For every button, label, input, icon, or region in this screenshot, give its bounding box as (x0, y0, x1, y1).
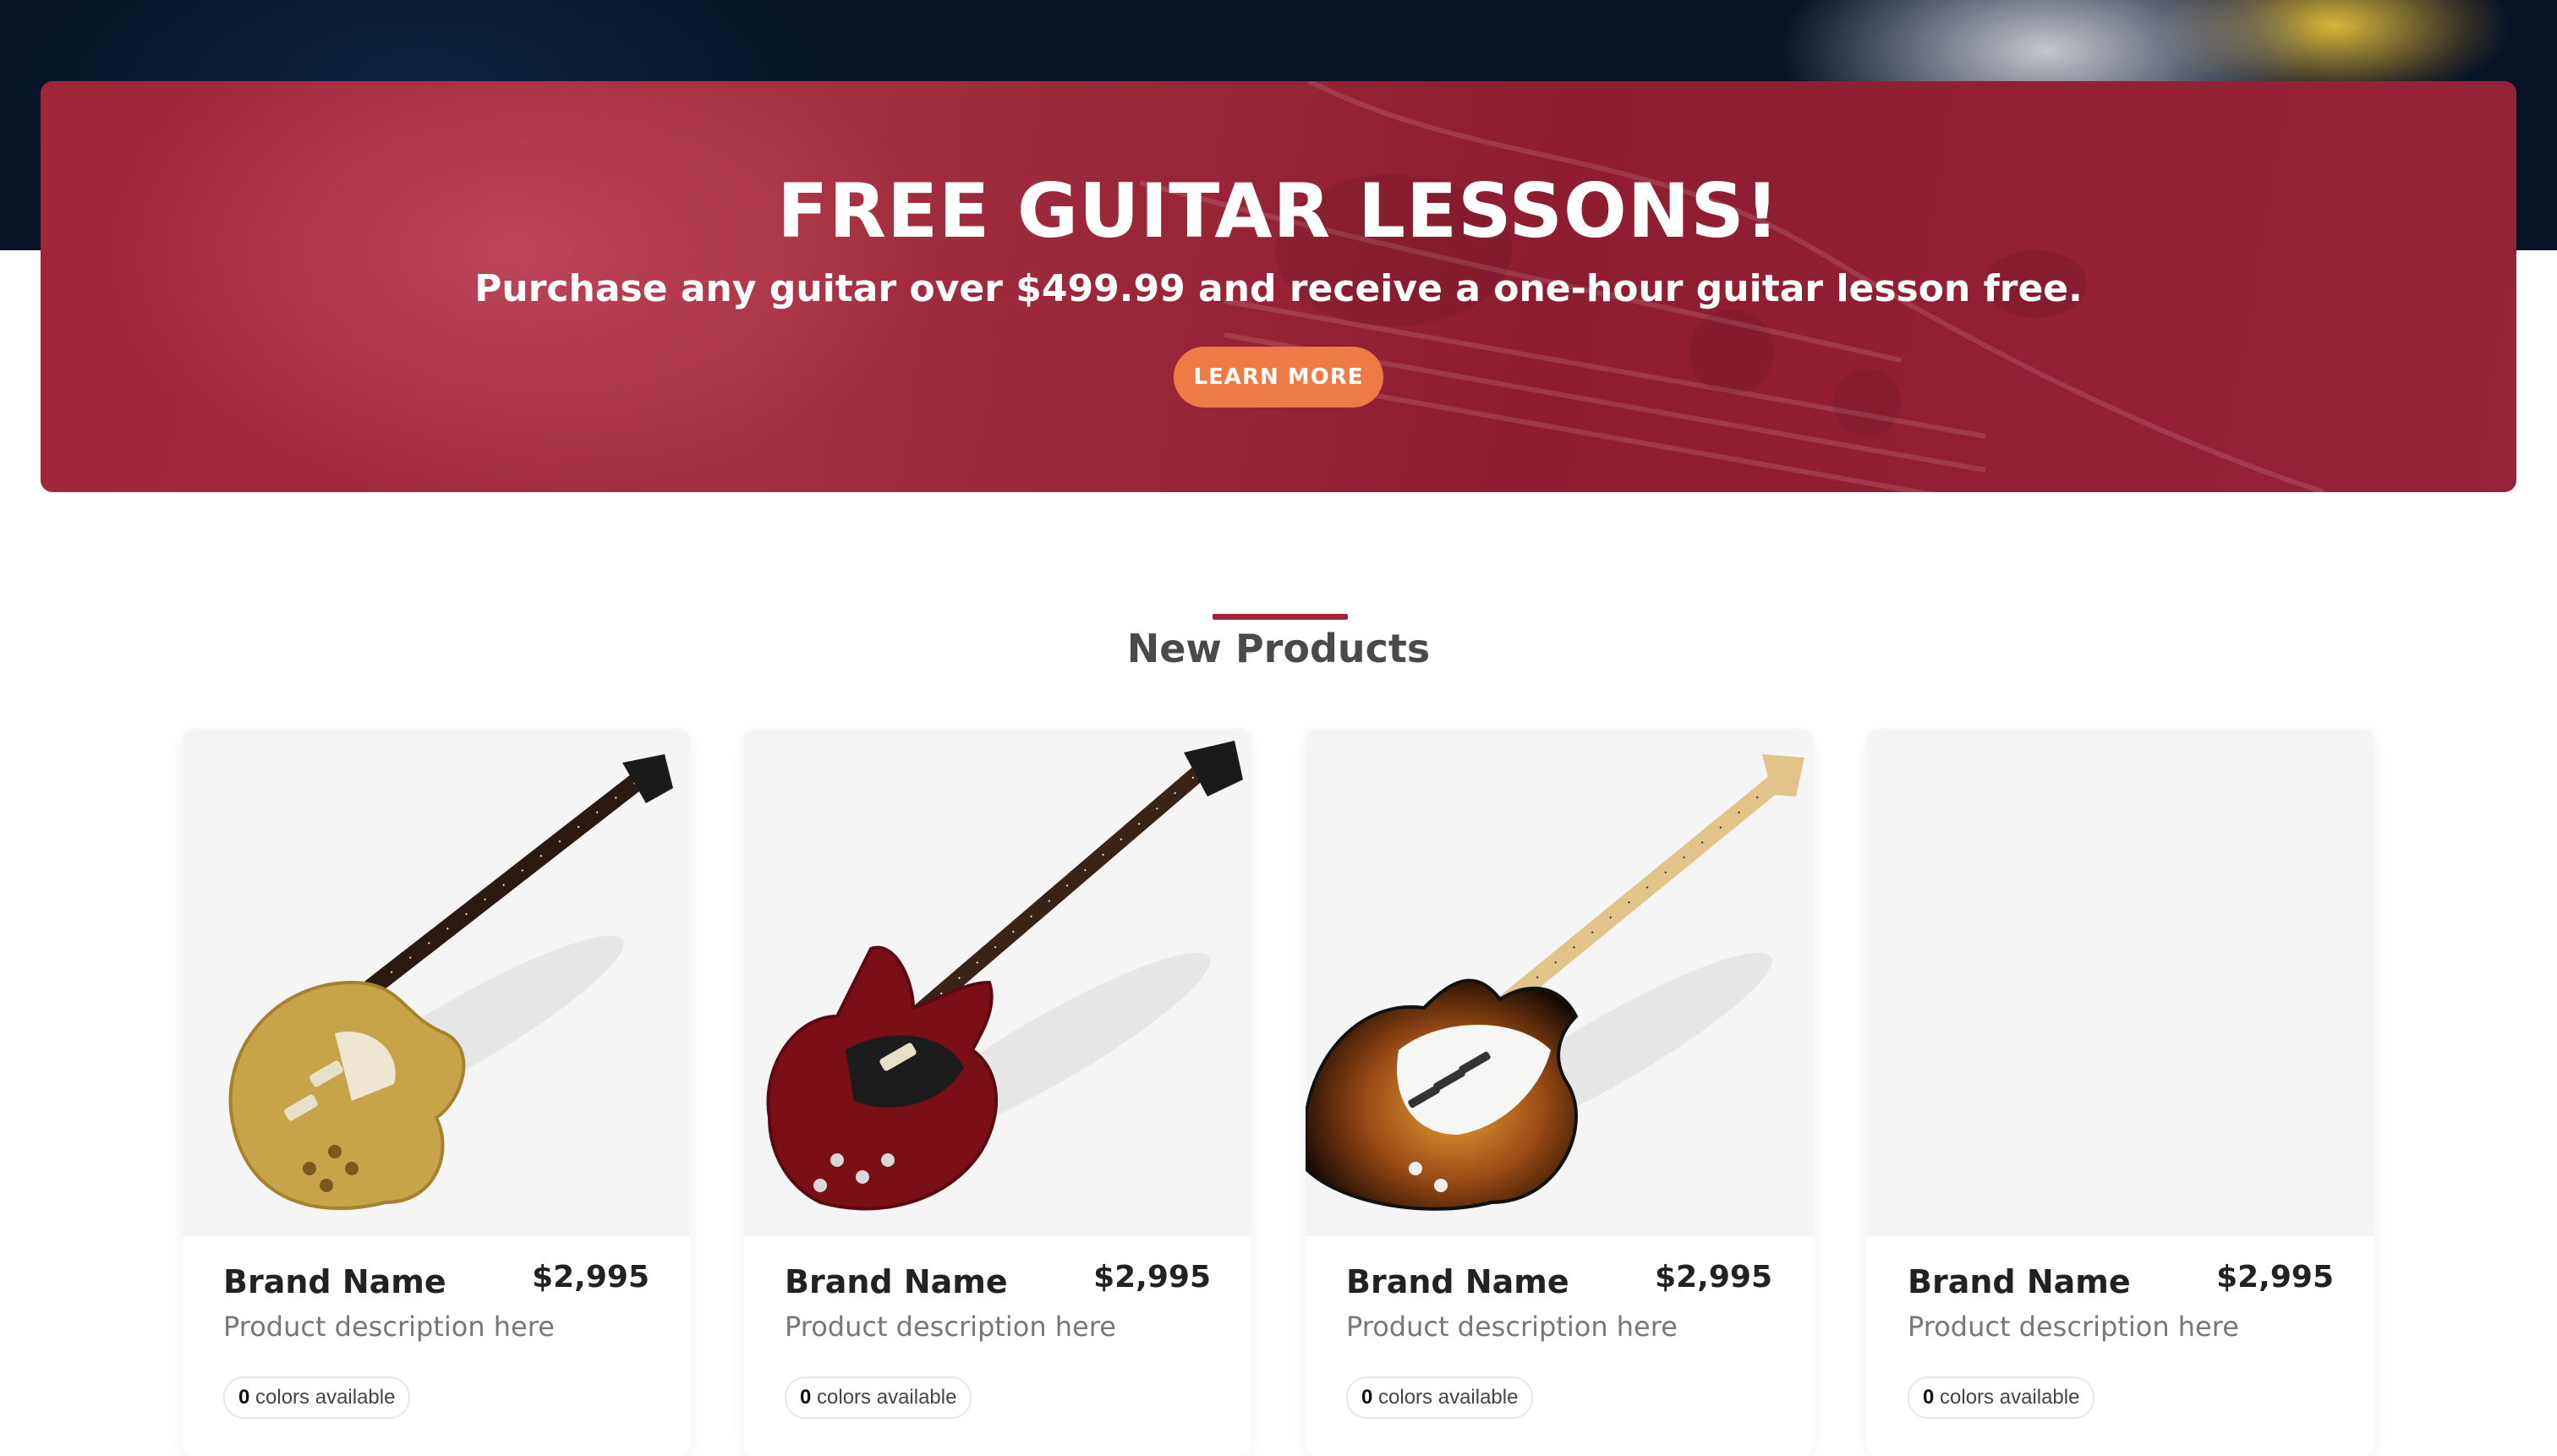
promo-subtitle: Purchase any guitar over $499.99 and rec… (474, 267, 2083, 310)
product-brand: Brand Name (785, 1263, 1008, 1300)
colors-label: colors available (1378, 1386, 1519, 1409)
product-brand: Brand Name (223, 1263, 446, 1300)
colors-available-badge: 0 colors available (1908, 1377, 2095, 1419)
colors-available-badge: 0 colors available (223, 1377, 411, 1419)
learn-more-button[interactable]: LEARN MORE (1174, 347, 1383, 408)
promo-title: FREE GUITAR LESSONS! (777, 167, 1780, 255)
product-price: $2,995 (1093, 1260, 1211, 1295)
product-description: Product description here (1908, 1311, 2239, 1343)
product-description: Product description here (223, 1311, 555, 1343)
red-sg-guitar-image (766, 741, 1243, 1211)
product-image-placeholder[interactable] (1867, 729, 2374, 1236)
promo-banner: FREE GUITAR LESSONS! Purchase any guitar… (41, 81, 2516, 492)
product-brand: Brand Name (1908, 1263, 2131, 1300)
colors-available-badge: 0 colors available (1346, 1377, 1534, 1419)
sunburst-strat-guitar-image (1306, 754, 1804, 1211)
colors-available-badge: 0 colors available (785, 1377, 972, 1419)
product-image[interactable] (1306, 729, 1813, 1236)
product-image[interactable] (744, 729, 1251, 1236)
gold-les-paul-guitar-image (228, 754, 673, 1211)
colors-label: colors available (1940, 1386, 2080, 1409)
colors-count: 0 (800, 1386, 812, 1409)
section-accent-rule (1213, 614, 1348, 620)
product-grid: Brand Name $2,995 Product description he… (183, 729, 2374, 1456)
product-price: $2,995 (2216, 1260, 2334, 1295)
section-title: New Products (1126, 626, 1431, 671)
product-image[interactable] (183, 729, 690, 1236)
product-card[interactable]: Brand Name $2,995 Product description he… (1306, 729, 1813, 1456)
colors-count: 0 (238, 1386, 250, 1409)
product-card[interactable]: Brand Name $2,995 Product description he… (183, 729, 690, 1456)
product-price: $2,995 (1655, 1260, 1772, 1295)
product-brand: Brand Name (1346, 1263, 1569, 1300)
product-card[interactable]: Brand Name $2,995 Product description he… (1867, 729, 2374, 1456)
product-card[interactable]: Brand Name $2,995 Product description he… (744, 729, 1251, 1456)
product-description: Product description here (785, 1311, 1116, 1343)
colors-label: colors available (817, 1386, 957, 1409)
colors-count: 0 (1361, 1386, 1373, 1409)
product-price: $2,995 (532, 1260, 649, 1295)
product-description: Product description here (1346, 1311, 1678, 1343)
colors-count: 0 (1923, 1386, 1935, 1409)
colors-label: colors available (255, 1386, 396, 1409)
